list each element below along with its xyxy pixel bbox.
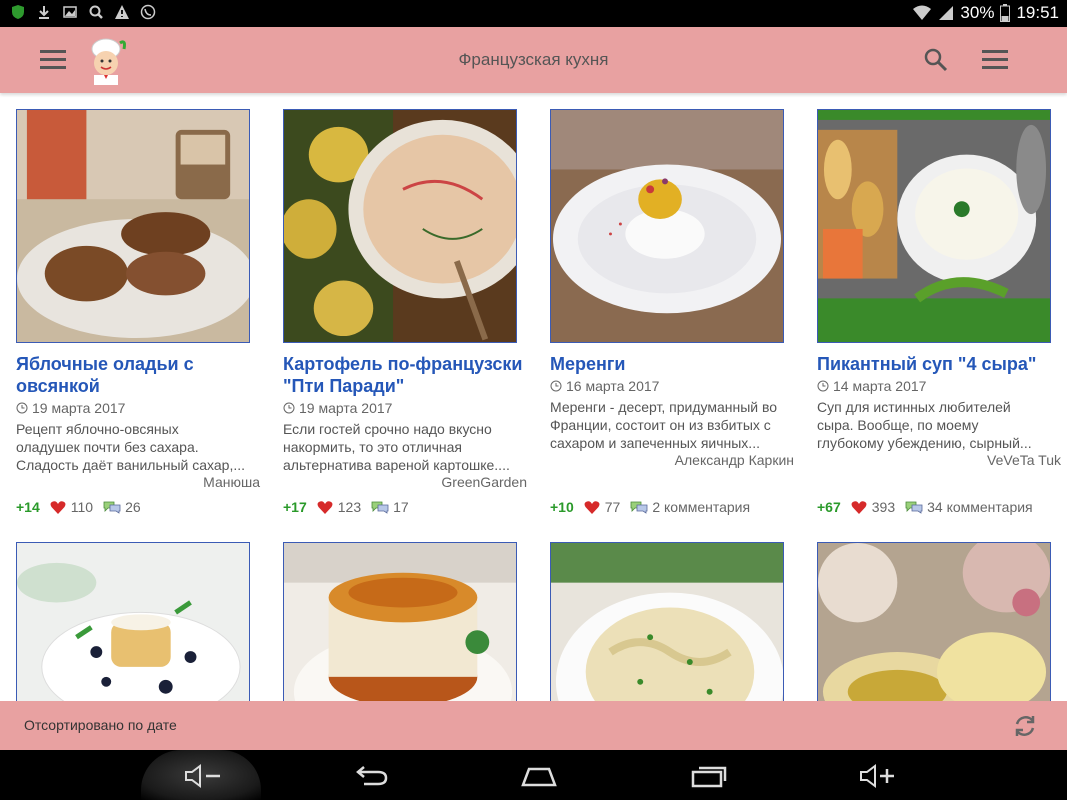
status-bar: 30% 19:51 (0, 0, 1067, 27)
recipe-card[interactable] (817, 542, 1061, 776)
recipe-card[interactable]: Яблочные оладьи с овсянкой 19 марта 2017… (16, 109, 260, 519)
recipe-description: Суп для истинных любителей сыра. Вообще,… (817, 399, 1032, 451)
recipe-description: Если гостей срочно надо вкусно накормить… (283, 421, 510, 473)
comments-icon[interactable] (630, 500, 648, 514)
signal-icon (939, 6, 954, 20)
home-icon[interactable] (519, 763, 559, 789)
clock-icon (283, 402, 295, 414)
recipe-card[interactable] (283, 542, 527, 776)
comments-icon[interactable] (103, 500, 121, 514)
recipe-author[interactable]: Манюша (203, 474, 260, 490)
warning-icon (115, 5, 129, 19)
image-icon (63, 6, 77, 18)
recipe-date: 19 марта 2017 (16, 400, 125, 416)
clock: 19:51 (1016, 3, 1059, 22)
recent-apps-icon[interactable] (689, 763, 729, 789)
recipe-image[interactable] (283, 109, 517, 343)
recipe-card[interactable] (16, 542, 260, 776)
comments-icon[interactable] (905, 500, 923, 514)
comments-count: 2 комментария (652, 499, 751, 515)
search-icon[interactable] (922, 46, 950, 74)
recipe-image[interactable] (817, 109, 1051, 343)
sort-label[interactable]: Отсортировано по дате (24, 717, 177, 733)
recipe-image[interactable] (550, 109, 784, 343)
recipe-card[interactable]: Меренги 16 марта 2017 Меренги - десерт, … (550, 109, 794, 519)
heart-icon[interactable] (317, 500, 333, 515)
clock-icon (817, 380, 829, 392)
comments-count: 34 комментария (927, 499, 1033, 515)
app-bar: Французская кухня (0, 27, 1067, 93)
comments-count: 17 (393, 499, 409, 515)
heart-icon[interactable] (50, 500, 66, 515)
sort-bar: Отсортировано по дате (0, 701, 1067, 750)
refresh-icon[interactable] (1011, 712, 1039, 740)
page-title: Французская кухня (458, 50, 609, 69)
comments-icon[interactable] (371, 500, 389, 514)
clock-icon (550, 380, 562, 392)
rating-value: +14 (16, 499, 40, 515)
recipe-card[interactable]: Пикантный суп "4 сыра" 14 марта 2017 Суп… (817, 109, 1061, 519)
viber-icon (140, 4, 156, 20)
recipe-date: 16 марта 2017 (550, 378, 659, 394)
recipe-stats: +14 110 26 (16, 499, 141, 515)
back-icon[interactable] (350, 763, 390, 789)
recipe-stats: +10 77 2 комментария (550, 499, 750, 515)
recipe-image[interactable] (16, 109, 250, 343)
recipe-description: Рецепт яблочно-овсяных оладушек почти бе… (16, 421, 246, 473)
heart-icon[interactable] (851, 500, 867, 515)
recipe-title[interactable]: Пикантный суп "4 сыра" (817, 353, 1061, 375)
recipe-author[interactable]: VeVeTa Tuk (987, 452, 1061, 468)
overflow-menu-icon[interactable] (980, 47, 1012, 73)
recipe-author[interactable]: Александр Каркин (675, 452, 794, 468)
shield-app-icon (12, 5, 24, 19)
search-status-icon (89, 5, 103, 19)
recipe-card[interactable]: Картофель по-французски "Пти Паради" 19 … (283, 109, 527, 519)
volume-down-icon[interactable] (182, 763, 222, 789)
rating-value: +17 (283, 499, 307, 515)
likes-count: 393 (871, 499, 896, 515)
recipe-title[interactable]: Картофель по-французски "Пти Паради" (283, 353, 527, 397)
likes-count: 110 (70, 499, 94, 515)
volume-up-icon[interactable] (857, 763, 897, 789)
recipe-card[interactable] (550, 542, 794, 776)
battery-icon (1000, 4, 1011, 22)
system-nav-bar (0, 750, 1067, 800)
heart-icon[interactable] (584, 500, 600, 515)
recipe-date: 19 марта 2017 (283, 400, 392, 416)
recipe-title[interactable]: Меренги (550, 353, 794, 375)
rating-value: +10 (550, 499, 574, 515)
recipe-description: Меренги - десерт, придуманный во Франции… (550, 399, 778, 451)
clock-icon (16, 402, 28, 414)
comments-count: 26 (125, 499, 141, 515)
rating-value: +67 (817, 499, 841, 515)
likes-count: 77 (604, 499, 621, 515)
wifi-icon (913, 5, 932, 20)
recipe-author[interactable]: GreenGarden (441, 474, 527, 490)
recipe-date: 14 марта 2017 (817, 378, 926, 394)
download-icon (39, 6, 49, 19)
recipe-stats: +67 393 34 комментария (817, 499, 1033, 515)
recipe-stats: +17 123 17 (283, 499, 409, 515)
recipe-title[interactable]: Яблочные оладьи с овсянкой (16, 353, 260, 397)
likes-count: 123 (337, 499, 362, 515)
battery-percent: 30% (960, 3, 995, 22)
